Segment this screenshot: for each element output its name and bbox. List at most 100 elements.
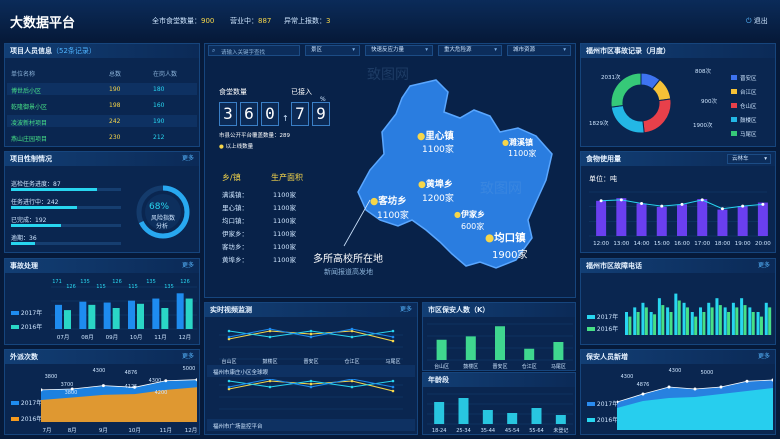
bar <box>436 339 447 360</box>
data-point <box>745 379 749 383</box>
faults-title: 福州市区故障电话 更多 <box>581 259 775 273</box>
dropdown-hazard[interactable]: 重大危险源 ▾ <box>438 45 502 56</box>
data-point <box>619 198 623 202</box>
more-link[interactable]: 更多 <box>758 350 770 364</box>
map-marker[interactable]: ●里心镇 <box>417 128 454 142</box>
map-callout-sub: 新闻报道高发地 <box>324 268 373 276</box>
more-link[interactable]: 更多 <box>182 259 194 273</box>
bar <box>625 312 628 335</box>
bar <box>685 307 689 335</box>
map-marker[interactable]: ●客坊乡 <box>370 193 407 207</box>
more-link[interactable]: 更多 <box>182 350 194 364</box>
bar <box>176 293 184 329</box>
food-select[interactable]: 云林车 ▾ <box>727 154 771 164</box>
data-point <box>391 335 395 339</box>
table-row[interactable]: 乾隆御景小区 198 160 <box>7 99 197 111</box>
map-marker[interactable]: ●濉溪镇 <box>502 137 533 148</box>
legend-2017: 2017年 <box>587 399 618 408</box>
legend-label: 鼓楼区 <box>740 116 757 124</box>
data-label: 126 <box>180 279 190 285</box>
data-label: 135 <box>164 284 174 290</box>
x-tick-label: 晋安区 <box>492 363 507 370</box>
data-label: 4300 <box>669 368 682 374</box>
more-link[interactable]: 更多 <box>182 152 194 166</box>
watermark: 致图网 <box>367 67 409 83</box>
x-tick-label: 12月 <box>179 334 192 341</box>
bar <box>743 305 747 335</box>
data-label: 115 <box>96 284 106 290</box>
bar <box>64 310 71 329</box>
data-label: 4876 <box>637 382 650 388</box>
data-point <box>741 204 745 208</box>
table-row[interactable]: 凌波新村项目 242 190 <box>7 115 197 127</box>
dropdown-scenic[interactable]: 景区 ▾ <box>305 45 360 56</box>
table-row[interactable]: 燕山庄园项目 230 212 <box>7 131 197 143</box>
data-point <box>268 385 272 389</box>
data-label: 3800 <box>45 374 58 380</box>
age-chart: 18-24 25-34 35-44 45-54 55-64 未登记 <box>427 393 573 434</box>
map-marker[interactable]: ●均口镇 <box>485 230 526 245</box>
map-marker-value: 1900家 <box>492 250 528 261</box>
bar <box>748 307 752 335</box>
map-marker[interactable]: ●伊家乡 <box>454 209 485 220</box>
bar <box>751 312 755 335</box>
legend-2016: 2016年 <box>11 414 42 423</box>
pct-sign: % <box>320 96 326 103</box>
video-caption-2: 福州市广场监控平台 <box>207 419 415 431</box>
progress-fill <box>11 206 77 209</box>
food-chart: 12:00 13:00 14:00 15:00 16:00 17:00 18:00 19:00… <box>589 191 771 247</box>
legend-2017: 2017年 <box>11 398 42 407</box>
video-panel: 实时视频监测 更多 台山区 鼓楼区 晋安区 仓江区 马尾区 福州市康庄小区全球眼 福州市广… <box>204 302 418 435</box>
data-label: 135 <box>146 279 156 285</box>
x-tick-label: 7月 <box>43 427 52 434</box>
bar <box>636 312 640 335</box>
search-input[interactable]: 请输入关键字查找 <box>221 48 265 56</box>
chevron-down-icon: ▾ <box>352 47 355 53</box>
app-title: 大数据平台 <box>10 16 76 31</box>
dropdown-city[interactable]: 城市资源 ▾ <box>507 45 571 56</box>
data-point <box>391 329 395 333</box>
x-tick-label: 08月 <box>81 334 94 341</box>
control-line: 任务进行中：242 <box>11 199 59 206</box>
data-point <box>309 329 313 333</box>
town-row: 客坊乡： <box>222 243 248 251</box>
progress-track <box>11 242 121 245</box>
x-tick-label: 14:00 <box>634 241 650 247</box>
more-link[interactable]: 更多 <box>758 259 770 273</box>
power-icon: ⏻ <box>746 17 752 25</box>
col-header-onduty: 在岗人数 <box>153 71 178 78</box>
connected-label: 已接入 <box>291 88 312 96</box>
bar <box>161 308 169 329</box>
exit-button[interactable]: ⏻ 退出 <box>746 16 768 26</box>
x-tick-label: 35-44 <box>481 428 496 434</box>
outbound-title: 外派次数 更多 <box>5 350 199 364</box>
legend-label: 仓山区 <box>740 102 757 110</box>
bar <box>677 204 687 236</box>
dropdown-response[interactable]: 快速反应力量 ▾ <box>365 45 433 56</box>
bar <box>185 298 193 329</box>
data-label: 3800 <box>65 390 78 396</box>
map-marker[interactable]: ●黄埠乡 <box>418 177 453 190</box>
town-row: 黄埠乡： <box>222 256 248 264</box>
towns-head-area: 生产面积 <box>271 173 303 182</box>
search-box[interactable]: ⌕ 请输入关键字查找 <box>208 45 300 56</box>
food-panel: 食物使用量 云林车 ▾ 单位：吨 12:00 13:00 14:00 15:00 16:0… <box>580 151 776 253</box>
bar <box>656 206 667 236</box>
bar <box>657 298 661 335</box>
bar <box>152 298 160 329</box>
data-label: 5000 <box>183 366 196 372</box>
data-point <box>391 385 395 389</box>
table-row[interactable]: 博世后小区 190 180 <box>7 83 197 95</box>
bar <box>507 413 518 424</box>
newstaff-panel: 保安人员新增 更多 2017年 2016年 4300 4876 4300 5000 <box>580 349 776 435</box>
x-tick-label: 25-34 <box>456 428 471 434</box>
bar <box>137 303 144 329</box>
progress-fill <box>11 224 61 227</box>
legend-swatch <box>731 117 737 122</box>
x-tick-label: 10月 <box>130 334 143 341</box>
bar <box>699 307 702 335</box>
x-tick-label: 仓江区 <box>522 363 537 370</box>
more-link[interactable]: 更多 <box>400 303 412 317</box>
guards-chart: 台山区 鼓楼区 晋安区 仓江区 马尾区 <box>427 323 573 370</box>
digit-box: 6 <box>240 102 258 126</box>
